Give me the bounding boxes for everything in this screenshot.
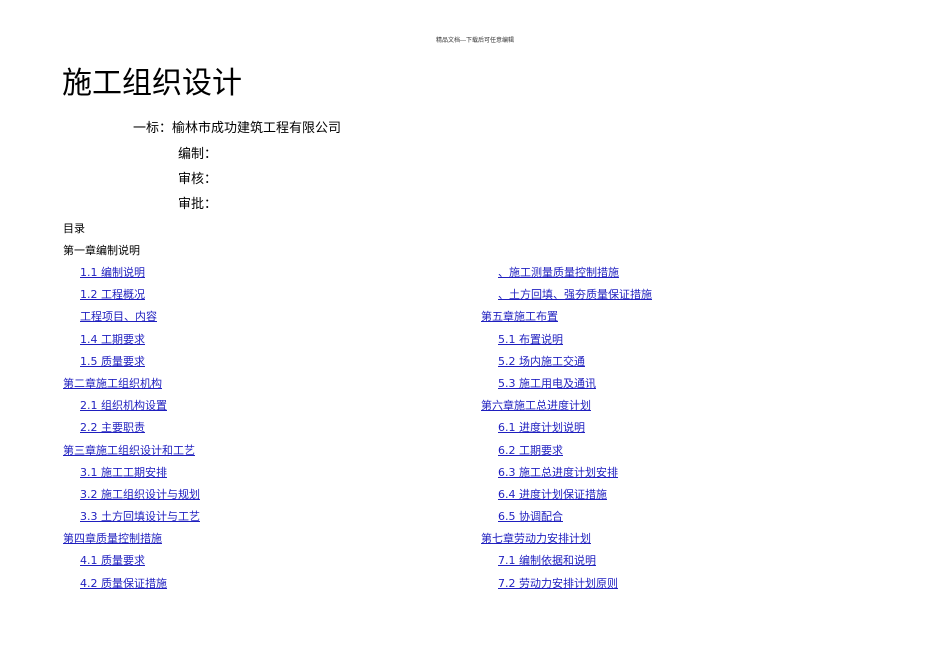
toc-link[interactable]: 4.2 质量保证措施 [80,577,167,590]
toc-link[interactable]: 第三章施工组织设计和工艺 [63,444,195,457]
field-compiled: 编制： [178,147,218,162]
toc-chapter-1: 第一章编制说明 [63,244,140,257]
toc-link[interactable]: 第六章施工总进度计划 [481,399,591,412]
toc-link[interactable]: 3.2 施工组织设计与规划 [80,488,200,501]
toc-link[interactable]: 3.1 施工工期安排 [80,466,167,479]
toc-entry: 1.4 工期要求 [63,331,200,353]
toc-entry: 1.5 质量要求 [63,353,200,375]
toc-link[interactable]: 1.1 编制说明 [80,266,145,279]
toc-link[interactable]: 7.1 编制依据和说明 [498,554,596,567]
toc-link[interactable]: 1.2 工程概况 [80,288,145,301]
header-note: 精品文档---下载后可任意编辑 [435,37,515,44]
toc-link[interactable]: 5.3 施工用电及通讯 [498,377,596,390]
toc-entry: 1.1 编制说明 [63,264,200,286]
toc-entry: 第五章施工布置 [481,308,652,330]
toc-link[interactable]: 6.1 进度计划说明 [498,421,585,434]
toc-link[interactable]: 1.4 工期要求 [80,333,145,346]
toc-entry: 6.3 施工总进度计划安排 [481,464,652,486]
toc-right-column: 、施工测量质量控制措施、土方回填、强夯质量保证措施第五章施工布置 5.1 布置说明… [481,264,652,597]
toc-link[interactable]: 2.2 主要职责 [80,421,145,434]
toc-link[interactable]: 5.2 场内施工交通 [498,355,585,368]
toc-link[interactable]: 1.5 质量要求 [80,355,145,368]
toc-link[interactable]: 6.2 工期要求 [498,444,563,457]
toc-link[interactable]: 3.3 土方回填设计与工艺 [80,510,200,523]
toc-link[interactable]: 第四章质量控制措施 [63,532,162,545]
toc-link[interactable]: 5.1 布置说明 [498,333,563,346]
toc-link[interactable]: 4.1 质量要求 [80,554,145,567]
toc-link[interactable]: 6.5 协调配合 [498,510,563,523]
toc-entry: 1.2 工程概况 [63,286,200,308]
toc-entry: 6.4 进度计划保证措施 [481,486,652,508]
field-reviewed: 审核： [178,172,218,187]
toc-link[interactable]: 2.1 组织机构设置 [80,399,167,412]
toc-entry: 3.2 施工组织设计与规划 [63,486,200,508]
toc-entry: 工程项目、内容 [63,308,200,330]
toc-link[interactable]: 6.3 施工总进度计划安排 [498,466,618,479]
toc-entry: 4.1 质量要求 [63,552,200,574]
toc-entry: 7.2 劳动力安排计划原则 [481,575,652,597]
toc-link[interactable]: 第五章施工布置 [481,310,558,323]
toc-entry: 2.2 主要职责 [63,419,200,441]
toc-link[interactable]: 、土方回填、强夯质量保证措施 [498,288,652,301]
toc-entry: 第二章施工组织机构 [63,375,200,397]
toc-entry: 5.2 场内施工交通 [481,353,652,375]
toc-entry: 6.5 协调配合 [481,508,652,530]
toc-entry: 7.1 编制依据和说明 [481,552,652,574]
toc-link[interactable]: 第二章施工组织机构 [63,377,162,390]
toc-heading: 目录 [63,222,85,235]
toc-link[interactable]: 第七章劳动力安排计划 [481,532,591,545]
toc-entry: 5.1 布置说明 [481,331,652,353]
toc-entry: 第四章质量控制措施 [63,530,200,552]
toc-link[interactable]: 、施工测量质量控制措施 [498,266,619,279]
toc-left-column: 1.1 编制说明 1.2 工程概况 工程项目、内容 1.4 工期要求 1.5 质量要求第… [63,264,200,597]
toc-entry: 4.2 质量保证措施 [63,575,200,597]
toc-entry: 第三章施工组织设计和工艺 [63,442,200,464]
toc-entry: 2.1 组织机构设置 [63,397,200,419]
toc-entry: 第六章施工总进度计划 [481,397,652,419]
field-approved: 审批： [178,197,218,212]
toc-link[interactable]: 工程项目、内容 [80,310,157,323]
bid-line: 一标：榆林市成功建筑工程有限公司 [133,121,342,136]
document-title: 施工组织设计 [62,66,242,101]
toc-entry: 3.1 施工工期安排 [63,464,200,486]
toc-entry: 3.3 土方回填设计与工艺 [63,508,200,530]
toc-entry: 6.1 进度计划说明 [481,419,652,441]
toc-entry: 、土方回填、强夯质量保证措施 [481,286,652,308]
toc-link[interactable]: 7.2 劳动力安排计划原则 [498,577,618,590]
toc-entry: 、施工测量质量控制措施 [481,264,652,286]
toc-entry: 5.3 施工用电及通讯 [481,375,652,397]
toc-entry: 第七章劳动力安排计划 [481,530,652,552]
toc-link[interactable]: 6.4 进度计划保证措施 [498,488,607,501]
toc-entry: 6.2 工期要求 [481,442,652,464]
